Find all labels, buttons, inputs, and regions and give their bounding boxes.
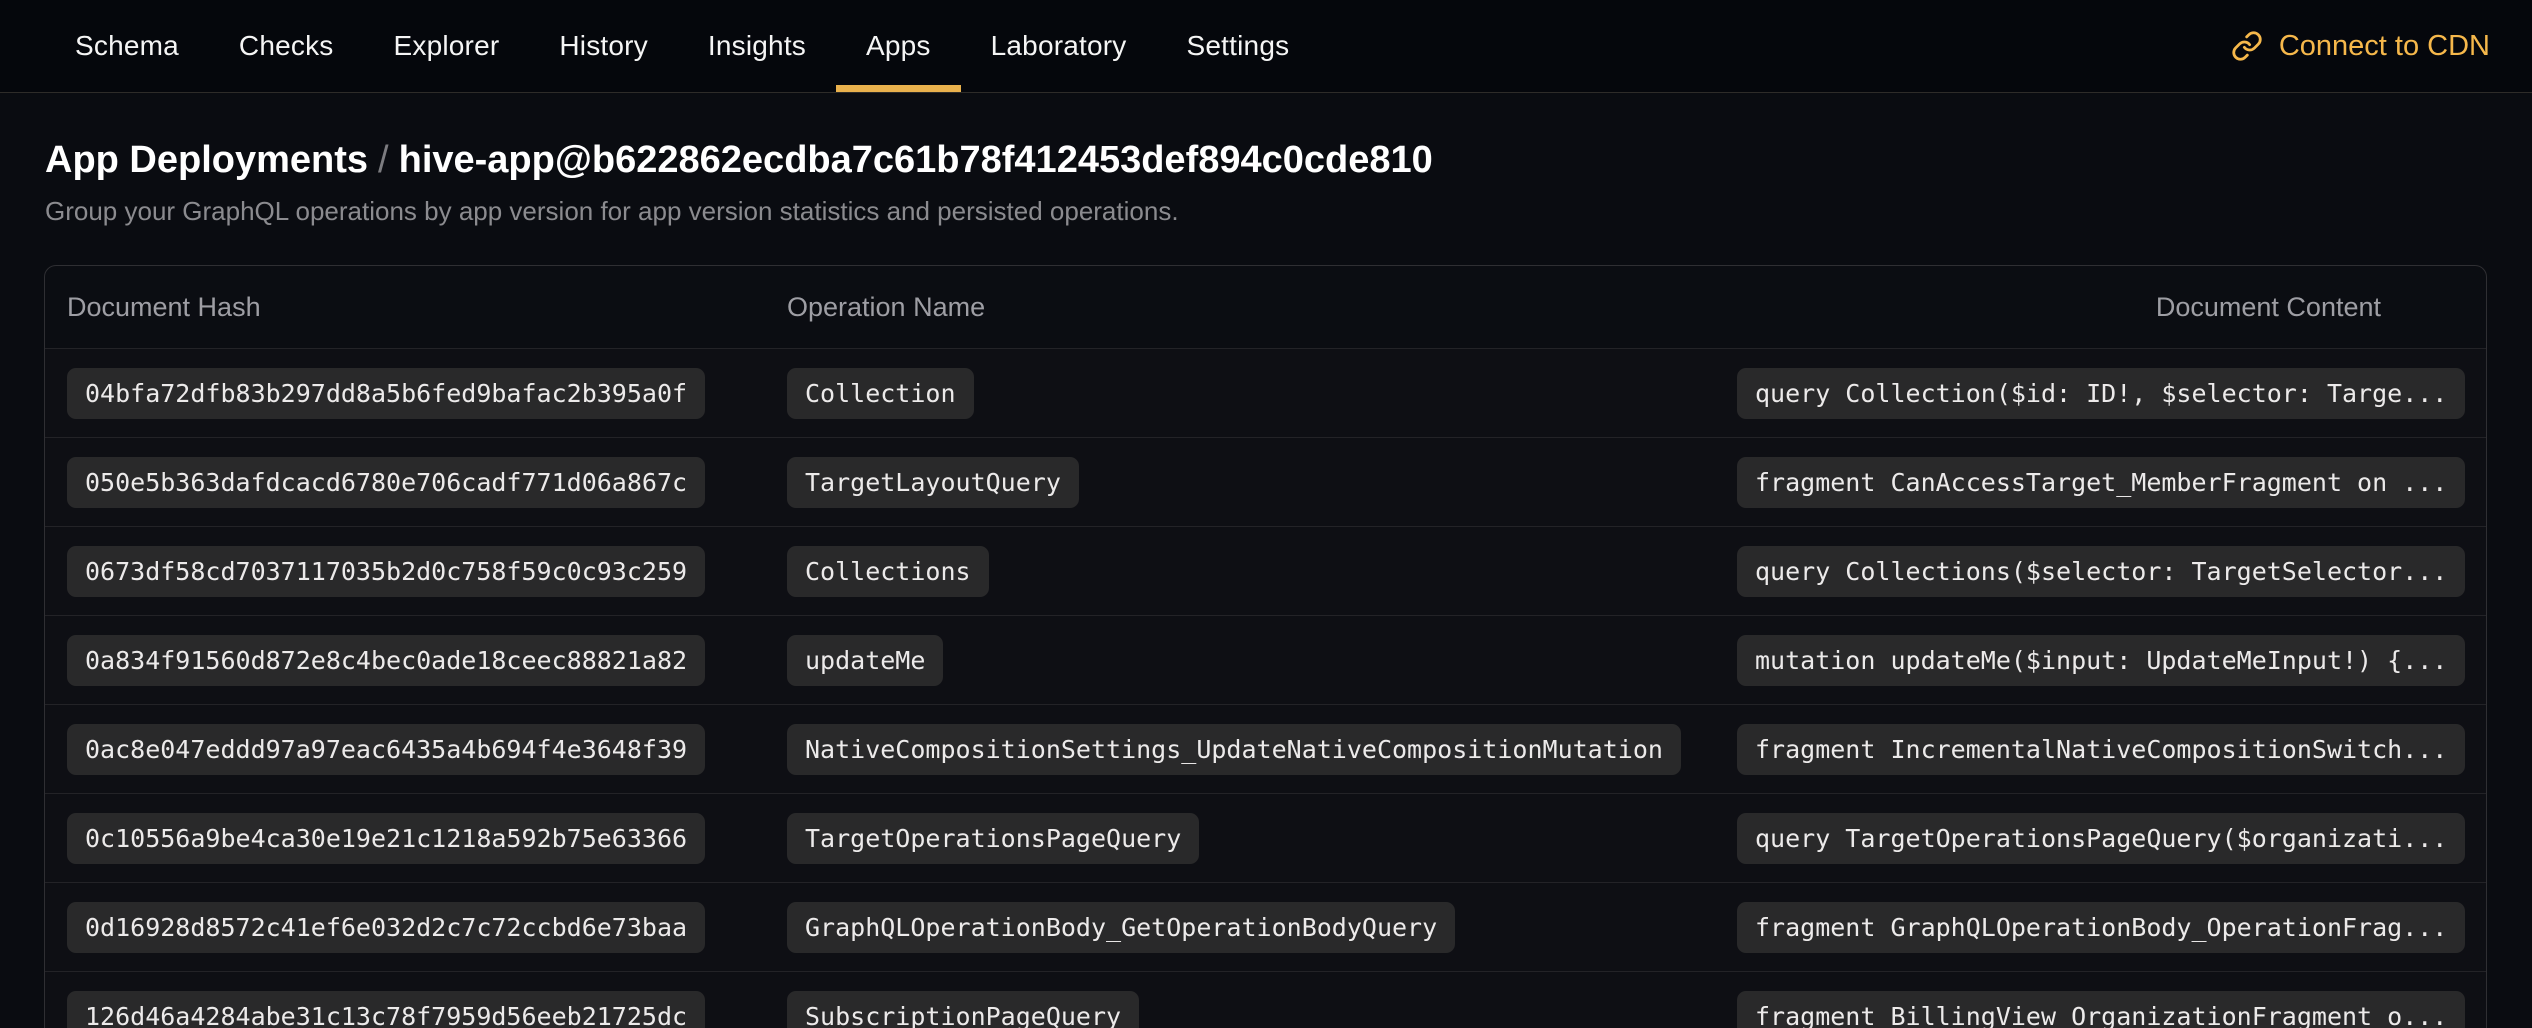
document-content-cell: fragment CanAccessTarget_MemberFragment … bbox=[1737, 457, 2465, 508]
operation-name-value: updateMe bbox=[787, 635, 943, 686]
operation-name-cell: updateMe bbox=[787, 635, 943, 686]
page-header: App Deployments/hive-app@b622862ecdba7c6… bbox=[0, 139, 2532, 227]
operation-name-value: Collections bbox=[787, 546, 989, 597]
operation-name-value: SubscriptionPageQuery bbox=[787, 991, 1139, 1028]
nav-tab-label: Explorer bbox=[394, 30, 500, 62]
document-hash-value: 0a834f91560d872e8c4bec0ade18ceec88821a82 bbox=[67, 635, 705, 686]
nav-tab-label: Schema bbox=[75, 30, 179, 62]
nav-tab-label: Checks bbox=[239, 30, 334, 62]
document-content-cell: fragment BillingView_OrganizationFragmen… bbox=[1737, 991, 2465, 1028]
nav-tab-insights[interactable]: Insights bbox=[678, 0, 836, 92]
nav-tab-laboratory[interactable]: Laboratory bbox=[961, 0, 1157, 92]
table-header-row: Document Hash Operation Name Document Co… bbox=[45, 266, 2486, 348]
nav-tab-schema[interactable]: Schema bbox=[45, 0, 209, 92]
operation-name-cell: Collection bbox=[787, 368, 974, 419]
document-content-cell: fragment GraphQLOperationBody_OperationF… bbox=[1737, 902, 2465, 953]
document-content-cell: mutation updateMe($input: UpdateMeInput!… bbox=[1737, 635, 2465, 686]
operation-name-value: NativeCompositionSettings_UpdateNativeCo… bbox=[787, 724, 1681, 775]
operation-name-value: TargetOperationsPageQuery bbox=[787, 813, 1199, 864]
document-hash-value: 050e5b363dafdcacd6780e706cadf771d06a867c bbox=[67, 457, 705, 508]
document-content-value: fragment CanAccessTarget_MemberFragment … bbox=[1737, 457, 2465, 508]
nav-tab-label: History bbox=[559, 30, 648, 62]
page-subtitle: Group your GraphQL operations by app ver… bbox=[45, 196, 2487, 227]
document-hash-cell: 0673df58cd7037117035b2d0c758f59c0c93c259 bbox=[67, 546, 787, 597]
column-header-document-content: Document Content bbox=[2156, 292, 2381, 323]
nav-tab-checks[interactable]: Checks bbox=[209, 0, 364, 92]
nav-tab-apps[interactable]: Apps bbox=[836, 0, 961, 92]
operation-name-value: Collection bbox=[787, 368, 974, 419]
table-row: 050e5b363dafdcacd6780e706cadf771d06a867c… bbox=[45, 437, 2486, 526]
document-hash-cell: 050e5b363dafdcacd6780e706cadf771d06a867c bbox=[67, 457, 787, 508]
document-hash-cell: 0d16928d8572c41ef6e032d2c7c72ccbd6e73baa bbox=[67, 902, 787, 953]
document-content-cell: fragment IncrementalNativeCompositionSwi… bbox=[1737, 724, 2465, 775]
operation-name-cell: SubscriptionPageQuery bbox=[787, 991, 1139, 1028]
column-header-operation-name: Operation Name bbox=[787, 292, 1737, 323]
document-hash-value: 04bfa72dfb83b297dd8a5b6fed9bafac2b395a0f bbox=[67, 368, 705, 419]
document-content-value: query Collections($selector: TargetSelec… bbox=[1737, 546, 2465, 597]
table-body: 04bfa72dfb83b297dd8a5b6fed9bafac2b395a0f… bbox=[45, 348, 2486, 1028]
operation-name-cell: Collections bbox=[787, 546, 989, 597]
document-hash-value: 0c10556a9be4ca30e19e21c1218a592b75e63366 bbox=[67, 813, 705, 864]
document-content-value: query TargetOperationsPageQuery($organiz… bbox=[1737, 813, 2465, 864]
operation-name-value: GraphQLOperationBody_GetOperationBodyQue… bbox=[787, 902, 1455, 953]
document-hash-value: 0673df58cd7037117035b2d0c758f59c0c93c259 bbox=[67, 546, 705, 597]
link-icon bbox=[2231, 30, 2263, 62]
breadcrumb-separator: / bbox=[368, 139, 399, 181]
nav-tab-label: Settings bbox=[1187, 30, 1290, 62]
nav-tab-label: Insights bbox=[708, 30, 806, 62]
nav-tab-label: Apps bbox=[866, 30, 931, 62]
breadcrumb: App Deployments/hive-app@b622862ecdba7c6… bbox=[45, 139, 2487, 182]
document-hash-cell: 0ac8e047eddd97a97eac6435a4b694f4e3648f39 bbox=[67, 724, 787, 775]
table-row: 0d16928d8572c41ef6e032d2c7c72ccbd6e73baa… bbox=[45, 882, 2486, 971]
table-row: 126d46a4284abe31c13c78f7959d56eeb21725dc… bbox=[45, 971, 2486, 1028]
table-row: 0673df58cd7037117035b2d0c758f59c0c93c259… bbox=[45, 526, 2486, 615]
document-content-value: fragment BillingView_OrganizationFragmen… bbox=[1737, 991, 2465, 1028]
nav-tab-explorer[interactable]: Explorer bbox=[364, 0, 530, 92]
nav-tabs: Schema Checks Explorer History Insights … bbox=[45, 0, 1319, 92]
operation-name-cell: NativeCompositionSettings_UpdateNativeCo… bbox=[787, 724, 1681, 775]
document-hash-cell: 126d46a4284abe31c13c78f7959d56eeb21725dc bbox=[67, 991, 787, 1028]
nav-tab-settings[interactable]: Settings bbox=[1157, 0, 1320, 92]
document-content-value: query Collection($id: ID!, $selector: Ta… bbox=[1737, 368, 2465, 419]
breadcrumb-root[interactable]: App Deployments bbox=[45, 139, 368, 181]
table-row: 0c10556a9be4ca30e19e21c1218a592b75e63366… bbox=[45, 793, 2486, 882]
document-content-cell: query Collections($selector: TargetSelec… bbox=[1737, 546, 2465, 597]
document-hash-value: 0d16928d8572c41ef6e032d2c7c72ccbd6e73baa bbox=[67, 902, 705, 953]
connect-to-cdn-label: Connect to CDN bbox=[2279, 30, 2490, 63]
top-nav: Schema Checks Explorer History Insights … bbox=[0, 0, 2532, 93]
operation-name-cell: TargetLayoutQuery bbox=[787, 457, 1079, 508]
table-row: 0ac8e047eddd97a97eac6435a4b694f4e3648f39… bbox=[45, 704, 2486, 793]
deployments-table: Document Hash Operation Name Document Co… bbox=[44, 265, 2487, 1028]
document-content-value: mutation updateMe($input: UpdateMeInput!… bbox=[1737, 635, 2465, 686]
nav-tab-history[interactable]: History bbox=[529, 0, 678, 92]
document-content-cell: query TargetOperationsPageQuery($organiz… bbox=[1737, 813, 2465, 864]
document-content-value: fragment IncrementalNativeCompositionSwi… bbox=[1737, 724, 2465, 775]
document-hash-cell: 0a834f91560d872e8c4bec0ade18ceec88821a82 bbox=[67, 635, 787, 686]
operation-name-value: TargetLayoutQuery bbox=[787, 457, 1079, 508]
table-row: 0a834f91560d872e8c4bec0ade18ceec88821a82… bbox=[45, 615, 2486, 704]
breadcrumb-current: hive-app@b622862ecdba7c61b78f412453def89… bbox=[399, 139, 1433, 181]
document-content-value: fragment GraphQLOperationBody_OperationF… bbox=[1737, 902, 2465, 953]
nav-tab-label: Laboratory bbox=[991, 30, 1127, 62]
document-content-cell: query Collection($id: ID!, $selector: Ta… bbox=[1737, 368, 2465, 419]
table-row: 04bfa72dfb83b297dd8a5b6fed9bafac2b395a0f… bbox=[45, 348, 2486, 437]
document-hash-value: 126d46a4284abe31c13c78f7959d56eeb21725dc bbox=[67, 991, 705, 1028]
document-hash-value: 0ac8e047eddd97a97eac6435a4b694f4e3648f39 bbox=[67, 724, 705, 775]
operation-name-cell: GraphQLOperationBody_GetOperationBodyQue… bbox=[787, 902, 1455, 953]
column-header-document-hash: Document Hash bbox=[67, 292, 787, 323]
document-hash-cell: 0c10556a9be4ca30e19e21c1218a592b75e63366 bbox=[67, 813, 787, 864]
connect-to-cdn-button[interactable]: Connect to CDN bbox=[2231, 0, 2490, 92]
document-hash-cell: 04bfa72dfb83b297dd8a5b6fed9bafac2b395a0f bbox=[67, 368, 787, 419]
operation-name-cell: TargetOperationsPageQuery bbox=[787, 813, 1199, 864]
